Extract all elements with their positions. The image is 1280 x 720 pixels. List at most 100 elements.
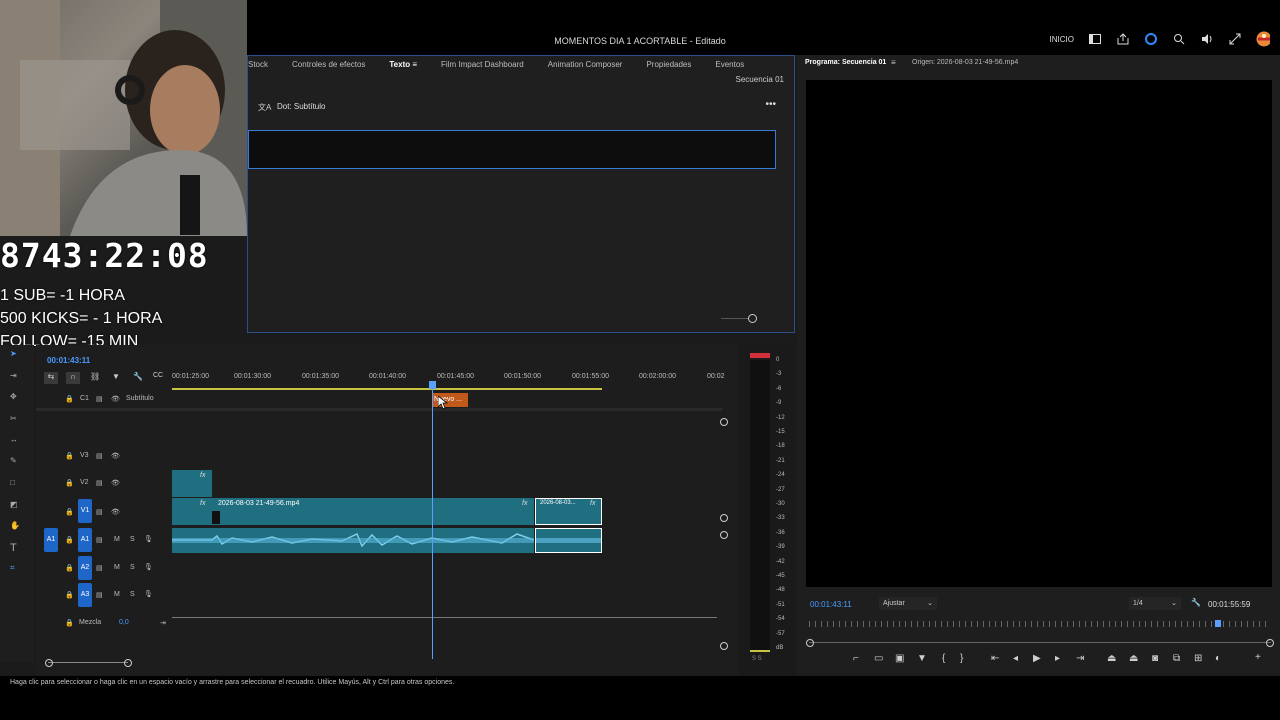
more-options-button[interactable]: ••• <box>765 99 776 110</box>
sync-lock-icon[interactable]: ▤ <box>96 395 103 403</box>
lock-icon[interactable]: 🔒 <box>65 591 74 599</box>
captions-toggle-icon[interactable]: CC <box>153 372 163 379</box>
scroll-zoom-left-handle[interactable] <box>45 659 53 667</box>
audio-clip-main[interactable] <box>172 528 534 553</box>
microphone-icon[interactable]: 🎙 <box>144 535 153 543</box>
insert-sequence-nest-icon[interactable]: ⇆ <box>44 372 58 384</box>
comparison-view-icon[interactable]: ⧉ <box>1173 653 1180 664</box>
zoom-left-handle[interactable] <box>806 639 814 647</box>
safe-margins-icon[interactable]: ▭ <box>874 653 883 664</box>
go-to-out-icon[interactable]: ⇥ <box>1076 653 1084 664</box>
mix-end-icon[interactable]: ⇥ <box>160 619 166 627</box>
track-target-a2[interactable]: A2 <box>78 556 92 580</box>
add-marker-icon[interactable]: ▼ <box>112 372 120 381</box>
tab-effect-controls[interactable]: Controles de efectos <box>292 60 365 69</box>
lock-icon[interactable]: 🔒 <box>65 619 74 627</box>
rectangle-tool-icon[interactable]: □ <box>10 478 15 487</box>
mute-button[interactable]: M <box>114 536 120 543</box>
tab-animation-composer[interactable]: Animation Composer <box>548 60 623 69</box>
scroll-zoom-right-handle[interactable] <box>124 659 132 667</box>
tab-source-monitor[interactable]: Origen: 2026-08-03 21-49-56.mp4 <box>912 59 1018 66</box>
pen-tool-icon[interactable]: ✎ <box>10 456 17 465</box>
type-tool-icon[interactable]: T <box>10 542 17 554</box>
timeline-timecode[interactable]: 00:01:43:11 <box>47 356 90 365</box>
microphone-icon[interactable]: 🎙 <box>144 590 153 598</box>
sync-lock-icon[interactable]: ▤ <box>96 508 103 516</box>
mute-button[interactable]: M <box>114 591 120 598</box>
lock-icon[interactable]: 🔒 <box>65 452 74 460</box>
volume-icon[interactable] <box>1200 32 1214 46</box>
extract-icon[interactable]: ⏏ <box>1129 653 1138 664</box>
lock-icon[interactable]: 🔒 <box>65 479 74 487</box>
horizontal-scrollbar[interactable] <box>48 662 128 663</box>
source-patch-a1[interactable]: A1 <box>44 528 58 552</box>
solo-button[interactable]: S <box>130 564 135 571</box>
step-back-icon[interactable]: ◂ <box>1013 653 1018 664</box>
step-forward-icon[interactable]: ▸ <box>1055 653 1060 664</box>
caption-track-label[interactable]: Dot: Subtítulo <box>277 102 325 111</box>
workspace-home-button[interactable]: INICIO <box>1050 35 1074 44</box>
track-target-v1[interactable]: V1 <box>78 499 92 523</box>
sync-lock-icon[interactable]: ▤ <box>96 536 103 544</box>
progress-ring-icon[interactable] <box>1144 32 1158 46</box>
mix-volume-value[interactable]: 0,0 <box>119 619 129 626</box>
tab-properties[interactable]: Propiedades <box>646 60 691 69</box>
export-frame-camera-icon[interactable]: ◙ <box>1152 653 1158 664</box>
compare-icon[interactable]: ▣ <box>895 653 904 664</box>
slip-tool-icon[interactable]: ↔ <box>10 435 18 444</box>
panel-layout-icon[interactable] <box>1088 32 1102 46</box>
mark-in-icon[interactable]: ⌐ <box>853 653 859 664</box>
audio-clip-selected[interactable] <box>535 528 602 553</box>
vr-mode-icon[interactable]: ◐ <box>1215 653 1221 664</box>
lift-icon[interactable]: ⏏ <box>1107 653 1116 664</box>
timeline-settings-wrench-icon[interactable]: 🔧 <box>133 372 143 381</box>
hand-tool-icon[interactable]: ✋ <box>10 521 20 530</box>
linked-selection-icon[interactable]: ⛓ <box>90 372 100 381</box>
sync-lock-icon[interactable]: ▤ <box>96 564 103 572</box>
solo-button[interactable]: S <box>130 591 135 598</box>
eye-icon[interactable]: 👁 <box>111 508 120 516</box>
tab-film-impact[interactable]: Film Impact Dashboard <box>441 60 524 69</box>
tab-text[interactable]: Texto ≡ <box>389 60 417 69</box>
scroll-handle-video-bottom[interactable] <box>720 514 728 522</box>
meter-solo-buttons[interactable]: S S <box>752 656 762 662</box>
solo-button[interactable]: S <box>130 536 135 543</box>
mix-volume-line[interactable] <box>172 617 717 618</box>
scroll-handle-audio-top[interactable] <box>720 531 728 539</box>
video-clip-selected[interactable]: 2026-08-03... fx <box>535 498 602 525</box>
caption-tool-icon[interactable]: ⌗ <box>10 563 15 573</box>
button-editor-plus-icon[interactable]: + <box>1255 652 1261 663</box>
program-timecode[interactable]: 00:01:43:11 <box>810 600 852 609</box>
eye-icon[interactable]: 👁 <box>111 452 120 460</box>
lock-icon[interactable]: 🔒 <box>65 508 74 516</box>
work-area-bar[interactable] <box>172 388 602 390</box>
zoom-right-handle[interactable] <box>1266 639 1274 647</box>
track-target-a3[interactable]: A3 <box>78 583 92 607</box>
microphone-icon[interactable]: 🎙 <box>144 563 153 571</box>
mute-button[interactable]: M <box>114 564 120 571</box>
caption-text-field[interactable] <box>248 130 776 169</box>
playhead-handle[interactable] <box>429 381 436 389</box>
monitor-ruler[interactable] <box>809 621 1271 627</box>
settings-wrench-icon[interactable]: 🔧 <box>1191 598 1201 607</box>
fullscreen-icon[interactable] <box>1228 32 1242 46</box>
track-select-tool-icon[interactable]: ⇥ <box>10 371 17 380</box>
scroll-handle-video-top[interactable] <box>720 418 728 426</box>
tab-events[interactable]: Eventos <box>715 60 744 69</box>
tab-program-monitor[interactable]: Programa: Secuencia 01 <box>805 59 886 66</box>
sync-lock-icon[interactable]: ▤ <box>96 591 103 599</box>
scroll-handle-audio-bottom[interactable] <box>720 642 728 650</box>
proxy-toggle-icon[interactable]: ⊞ <box>1194 653 1202 664</box>
user-avatar-icon[interactable] <box>1256 31 1270 47</box>
ripple-edit-tool-icon[interactable]: ✥ <box>10 392 17 401</box>
resolution-dropdown[interactable]: 1/4 ⌄ <box>1129 597 1181 610</box>
tab-stock[interactable]: Stock <box>248 60 268 69</box>
mark-in-bracket-icon[interactable]: { <box>942 653 945 664</box>
track-target-a1[interactable]: A1 <box>78 528 92 552</box>
add-marker-icon[interactable]: ▼ <box>917 653 927 664</box>
mark-out-bracket-icon[interactable]: } <box>960 653 963 664</box>
lock-icon[interactable]: 🔒 <box>65 564 74 572</box>
search-icon[interactable] <box>1172 32 1186 46</box>
go-to-in-icon[interactable]: ⇤ <box>991 653 999 664</box>
razor-tool-icon[interactable]: ✂ <box>10 414 17 423</box>
